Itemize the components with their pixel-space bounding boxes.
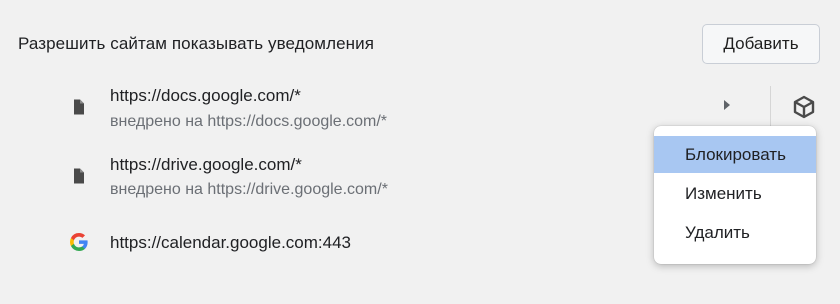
site-embedded-text: внедрено на https://drive.google.com/*	[110, 181, 388, 198]
site-embedded-text: внедрено на https://docs.google.com/*	[110, 113, 388, 130]
cube-icon[interactable]	[791, 94, 817, 120]
menu-item-block[interactable]: Блокировать	[654, 136, 816, 173]
section-title: Разрешить сайтам показывать уведомления	[18, 34, 375, 53]
document-icon	[74, 168, 84, 184]
google-g-icon	[70, 233, 88, 251]
expand-arrow-icon[interactable]	[720, 98, 734, 112]
menu-item-remove[interactable]: Удалить	[654, 214, 816, 251]
site-url: https://docs.google.com/*	[110, 86, 301, 105]
vertical-divider	[770, 86, 771, 126]
site-url: https://calendar.google.com:443	[110, 233, 351, 252]
menu-item-edit[interactable]: Изменить	[654, 175, 816, 212]
document-icon	[74, 99, 84, 115]
add-button[interactable]: Добавить	[702, 24, 820, 64]
site-url: https://drive.google.com/*	[110, 155, 302, 174]
context-menu: Блокировать Изменить Удалить	[654, 126, 816, 264]
